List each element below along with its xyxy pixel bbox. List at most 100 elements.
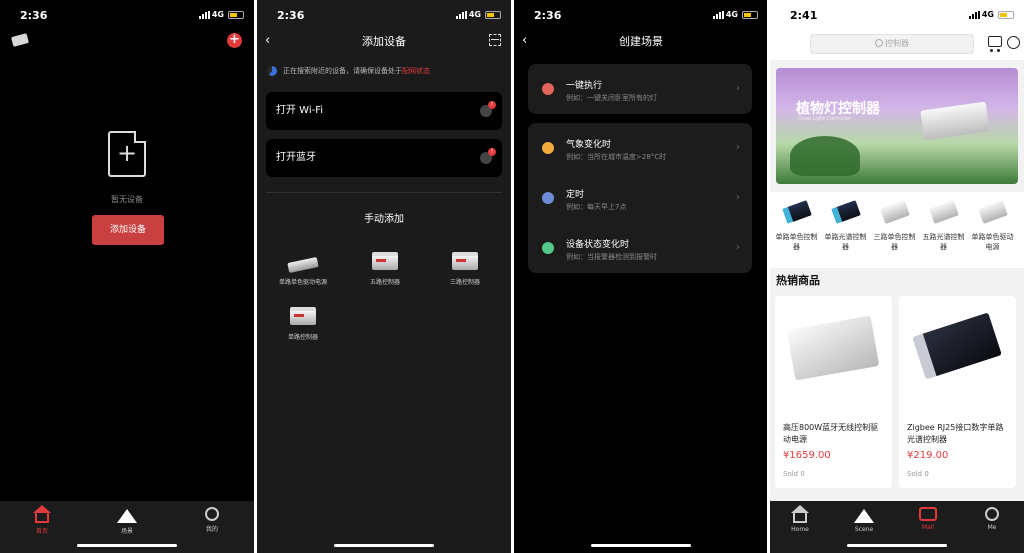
- search-placeholder: 控制器: [885, 39, 909, 48]
- banner-subtitle: Grow Light Controller: [798, 116, 852, 122]
- chevron-right-icon: ›: [735, 81, 740, 94]
- product-sold: Sold 0: [907, 470, 929, 478]
- product-option[interactable]: 五路控制器: [345, 252, 425, 286]
- controller-box-icon: [372, 252, 398, 270]
- status-time: 2:36: [20, 9, 48, 22]
- product-name: 高压800W蓝牙无线控制驱动电源: [783, 423, 879, 444]
- product-option[interactable]: 单路控制器: [263, 307, 343, 341]
- product-option[interactable]: 单路单色驱动电源: [263, 252, 343, 286]
- tab-me[interactable]: Me: [967, 507, 1017, 531]
- cart-icon[interactable]: [988, 36, 1002, 52]
- status-bar: 2:36 4G: [257, 0, 511, 30]
- home-indicator: [591, 544, 691, 547]
- scene-option-subtitle: 例如：当所在城市温度>28°C时: [566, 153, 667, 161]
- status-bar: 2:41 4G: [770, 0, 1024, 30]
- category-strip: 单路单色控制器 单路光谱控制器 三路单色控制器 五路光谱控制器 单路单色驱动电源: [770, 192, 1024, 268]
- controller-box-icon: [290, 307, 316, 325]
- tab-scene[interactable]: 场景: [102, 507, 152, 535]
- tab-label: Home: [791, 526, 809, 533]
- tab-me[interactable]: 我的: [187, 507, 237, 533]
- tab-label: Scene: [854, 526, 874, 533]
- controller-icon: [879, 200, 910, 224]
- promo-banner[interactable]: 植物灯控制器 Grow Light Controller: [776, 68, 1018, 184]
- status-time: 2:36: [277, 9, 305, 22]
- open-bluetooth-card[interactable]: 打开蓝牙: [266, 139, 502, 177]
- scene-option[interactable]: 定时 例如：每天早上7点 ›: [528, 173, 752, 223]
- open-wifi-card[interactable]: 打开 Wi-Fi: [266, 92, 502, 130]
- product-name: Zigbee RJ25接口数字单路光谱控制器: [907, 423, 1004, 444]
- network-type: 4G: [468, 10, 481, 19]
- category-label: 单路光谱控制器: [824, 233, 867, 251]
- controller-box-icon: [452, 252, 478, 270]
- empty-file-icon: +: [108, 131, 146, 177]
- wifi-label: 打开 Wi-Fi: [276, 105, 324, 116]
- scene-card-manual: 一键执行 例如：一键关闭卧室所有的灯 ›: [528, 64, 752, 114]
- scan-icon[interactable]: [489, 34, 501, 46]
- controller-icon: [928, 200, 959, 224]
- add-device-plus-icon[interactable]: +: [227, 33, 242, 48]
- category-item[interactable]: 三路单色控制器: [871, 200, 918, 252]
- tab-bar: 首页 场景 我的: [0, 501, 254, 553]
- product-card[interactable]: 高压800W蓝牙无线控制驱动电源 ¥1659.00 Sold 0: [775, 296, 892, 488]
- status-time: 2:41: [790, 9, 818, 22]
- home-indicator: [77, 544, 177, 547]
- user-icon: [205, 507, 219, 521]
- category-item[interactable]: 单路单色控制器: [773, 200, 820, 252]
- category-item[interactable]: 单路光谱控制器: [822, 200, 869, 252]
- search-input[interactable]: 控制器: [810, 34, 974, 54]
- tab-label: 我的: [205, 526, 218, 533]
- scene-option-title: 定时: [566, 190, 585, 200]
- product-sold: Sold 0: [783, 470, 805, 478]
- controller-icon: [781, 200, 812, 224]
- sun-icon: [542, 142, 554, 154]
- network-type: 4G: [211, 10, 224, 19]
- home-screen: 2:36 4G + + 暂无设备 添加设备 首页 场景 我的: [0, 0, 254, 553]
- battery-icon: [742, 11, 758, 19]
- tab-label: Mall: [921, 524, 935, 531]
- chevron-right-icon: ›: [735, 140, 740, 153]
- controller-icon: [830, 200, 861, 224]
- scene-option-title: 气象变化时: [566, 140, 612, 150]
- scene-option[interactable]: 设备状态变化时 例如：当报警器检测到报警时 ›: [528, 223, 752, 273]
- hot-products-title: 热销商品: [776, 274, 820, 287]
- product-card[interactable]: Zigbee RJ25接口数字单路光谱控制器 ¥219.00 Sold 0: [899, 296, 1016, 488]
- tab-home[interactable]: Home: [775, 505, 825, 533]
- device-logo-icon: [10, 33, 30, 47]
- device-status-icon: [542, 242, 554, 254]
- product-image: [786, 315, 880, 381]
- category-item[interactable]: 单路单色驱动电源: [969, 200, 1016, 252]
- network-type: 4G: [725, 10, 738, 19]
- tab-home[interactable]: 首页: [17, 505, 67, 535]
- scene-option[interactable]: 一键执行 例如：一键关闭卧室所有的灯 ›: [528, 64, 752, 114]
- category-item[interactable]: 五路光谱控制器: [920, 200, 967, 252]
- loading-spinner-icon: [267, 66, 277, 76]
- battery-icon: [998, 11, 1014, 19]
- add-device-button[interactable]: 添加设备: [92, 215, 164, 245]
- tab-mall[interactable]: Mall: [903, 507, 953, 531]
- scene-option-title: 设备状态变化时: [566, 240, 630, 250]
- banner-title: 植物灯控制器: [796, 101, 880, 117]
- searching-text: 正在搜索附近的设备，请确保设备处于: [283, 67, 402, 75]
- category-label: 单路单色驱动电源: [971, 233, 1014, 251]
- home-indicator: [334, 544, 434, 547]
- scene-option-subtitle: 例如：当报警器检测到报警时: [566, 253, 657, 261]
- hand-tap-icon: [542, 83, 554, 95]
- signal-icon: [199, 11, 210, 19]
- section-divider: [266, 192, 502, 193]
- status-time: 2:36: [534, 9, 562, 22]
- warning-status-icon: [480, 101, 496, 117]
- user-icon: [985, 507, 999, 521]
- driver-strip-icon: [287, 256, 319, 274]
- product-option[interactable]: 三路控制器: [425, 252, 505, 286]
- network-type: 4G: [981, 10, 994, 19]
- scene-option-subtitle: 例如：一键关闭卧室所有的灯: [566, 94, 657, 102]
- category-label: 五路光谱控制器: [922, 233, 965, 251]
- add-device-screen: 2:36 4G ‹ 添加设备 正在搜索附近的设备，请确保设备处于配网状态 打开 …: [257, 0, 511, 553]
- mall-screen: 2:41 4G 控制器 植物灯控制器 Grow Light Controller…: [770, 0, 1024, 553]
- tab-scene[interactable]: Scene: [839, 507, 889, 533]
- scene-option[interactable]: 气象变化时 例如：当所在城市温度>28°C时 ›: [528, 123, 752, 173]
- network-mode-link[interactable]: 配网状态: [402, 67, 430, 75]
- chevron-right-icon: ›: [735, 240, 740, 253]
- battery-icon: [485, 11, 501, 19]
- profile-icon[interactable]: [1007, 36, 1020, 49]
